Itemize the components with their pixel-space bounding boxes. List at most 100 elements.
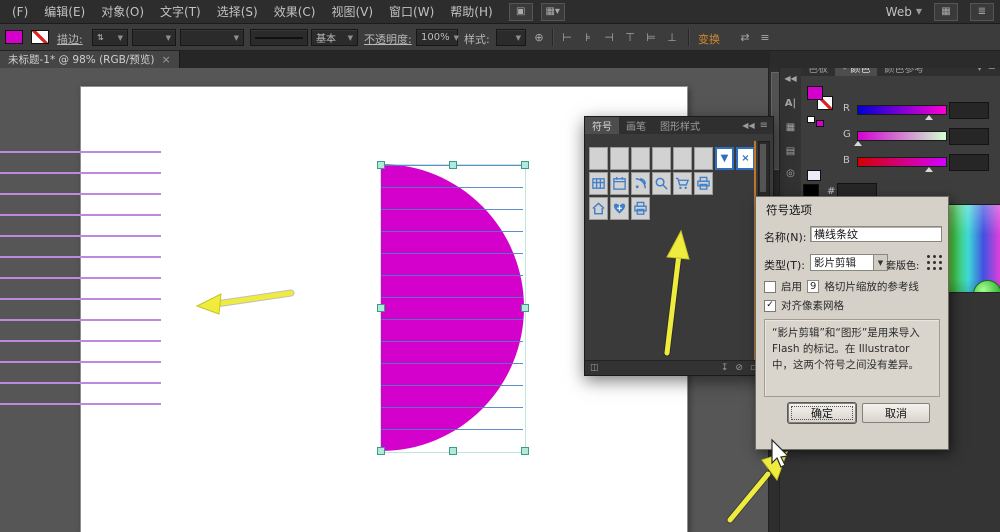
isolate-icon[interactable]: ⇄ [736,29,754,46]
cpu-icon[interactable]: ▦ [934,2,958,21]
align-top-icon[interactable]: ⊤ [621,29,639,46]
stroke-color-swatch[interactable] [31,30,49,44]
stroke-preview-box[interactable] [250,29,308,46]
symbol-thumb-search[interactable] [652,172,671,195]
selection-handle[interactable] [521,304,529,312]
menu-item-effect[interactable]: 效果(C) [266,3,324,20]
symbol-thumb-calendar[interactable] [610,172,629,195]
slice-count-field[interactable]: 9 [807,280,820,293]
tab-graphic-styles[interactable]: 图形样式 [653,117,707,134]
fill-color-swatch[interactable] [5,30,23,44]
type-dropdown[interactable]: 影片剪辑 ▼ [810,254,888,271]
menu-item-edit[interactable]: 编辑(E) [36,3,93,20]
symbol-thumb-blank[interactable] [673,147,692,170]
menu-item-file[interactable]: (F) [4,5,36,19]
opacity-label[interactable]: 不透明度: [364,31,412,47]
chevron-down-icon[interactable]: ▼ [873,255,887,270]
chevron-down-icon[interactable]: ▼ [916,7,922,16]
symbol-thumb-dropdown[interactable]: ▼ [715,147,734,170]
menu-item-window[interactable]: 窗口(W) [381,3,442,20]
blue-slider[interactable] [857,157,947,167]
symbol-thumb-blank[interactable] [610,147,629,170]
symbol-thumb-blank[interactable] [652,147,671,170]
symbol-thumb-blank[interactable] [694,147,713,170]
menu-icon[interactable]: ≣ [970,2,994,21]
tab-symbols[interactable]: 符号 [585,117,619,134]
green-slider[interactable] [857,131,947,141]
selection-handle[interactable] [377,447,385,455]
selection-handle[interactable] [449,447,457,455]
place-symbol-icon[interactable]: ↧ [721,363,729,373]
selection-handle[interactable] [377,161,385,169]
workspace-switcher[interactable]: Web [886,5,912,19]
variable-width-dropdown[interactable]: ▼ [132,29,176,46]
selection-handle[interactable] [377,304,385,312]
cancel-button[interactable]: 取消 [862,403,930,423]
symbol-thumb-printer[interactable] [631,197,650,220]
selection-handle[interactable] [521,447,529,455]
blue-slider-thumb[interactable] [925,167,933,172]
green-value-field[interactable] [949,128,989,145]
globe-icon[interactable]: ⊕ [530,29,548,46]
break-link-icon[interactable]: ⊘ [735,363,743,373]
symbol-thumb-home[interactable] [589,197,608,220]
scrollbar-thumb[interactable] [760,144,766,192]
menu-item-type[interactable]: 文字(T) [152,3,209,20]
transform-link[interactable]: 变换 [698,31,720,47]
name-input[interactable] [810,226,942,242]
arrange-documents-icon[interactable]: ▣ [508,2,533,21]
red-slider-thumb[interactable] [925,115,933,120]
selection-handle[interactable] [449,161,457,169]
slice-scaling-checkbox[interactable] [764,280,776,293]
swatches-panel-icon[interactable]: ▦ [780,122,801,133]
brush-definition-dropdown[interactable]: ▼ [180,29,244,46]
symbol-thumb-cart[interactable] [673,172,692,195]
stroke-weight-stepper[interactable]: ⇅ ▼ [92,29,128,46]
align-middle-icon[interactable]: ⊨ [642,29,660,46]
symbol-thumb-close[interactable]: × [736,147,755,170]
symbol-libraries-icon[interactable]: ◫ [590,363,599,373]
menu-item-view[interactable]: 视图(V) [323,3,381,20]
opacity-dropdown[interactable]: 100% ▼ [416,29,459,46]
red-slider[interactable] [857,105,947,115]
menu-item-help[interactable]: 帮助(H) [442,3,500,20]
menu-item-object[interactable]: 对象(O) [93,3,152,20]
screen-mode-icon[interactable]: ▦▾ [540,2,565,21]
character-panel-icon[interactable]: A| [780,98,801,109]
panel-menu-icon[interactable]: ≡ [756,29,774,46]
selection-bounding-box[interactable] [380,164,526,453]
symbol-thumb-printer[interactable] [694,172,713,195]
red-value-field[interactable] [949,102,989,119]
profile-dropdown[interactable]: 基本 ▼ [311,29,358,46]
swap-swatches-icon[interactable] [816,120,824,127]
fill-proxy-swatch[interactable] [807,86,823,100]
menu-item-select[interactable]: 选择(S) [209,3,266,20]
symbol-thumb-blank[interactable] [631,147,650,170]
ok-button[interactable]: 确定 [788,403,856,423]
align-center-icon[interactable]: ⊧ [579,29,597,46]
style-dropdown[interactable]: ▼ [496,29,526,46]
align-bottom-icon[interactable]: ⊥ [663,29,681,46]
expand-panels-icon[interactable]: ◀◀ [780,74,801,83]
pixel-grid-checkbox[interactable]: ✓ [764,299,776,312]
last-color-swatch[interactable] [807,170,821,181]
default-swatches-icon[interactable] [807,116,815,123]
align-right-icon[interactable]: ⊣ [600,29,618,46]
green-slider-thumb[interactable] [854,141,862,146]
symbol-thumb-rss[interactable] [631,172,650,195]
purple-stripes-artwork[interactable] [0,151,161,412]
blue-value-field[interactable] [949,154,989,171]
symbol-thumb-table[interactable] [589,172,608,195]
tab-brushes[interactable]: 画笔 [619,117,653,134]
collapse-icon[interactable]: ◀◀ [742,121,754,130]
stroke-panel-icon[interactable]: ◎ [780,168,801,179]
appearance-panel-icon[interactable]: ▤ [780,146,801,157]
stroke-label[interactable]: 描边: [57,31,83,47]
registration-point-grid[interactable] [926,254,943,271]
symbol-thumb-blank[interactable] [589,147,608,170]
document-tab[interactable]: 未标题-1* @ 98% (RGB/预览) × [0,50,180,68]
selection-handle[interactable] [521,161,529,169]
align-left-icon[interactable]: ⊢ [558,29,576,46]
symbol-thumb-heart-cross[interactable] [610,197,629,220]
panel-menu-icon[interactable]: ≡ [760,120,768,131]
